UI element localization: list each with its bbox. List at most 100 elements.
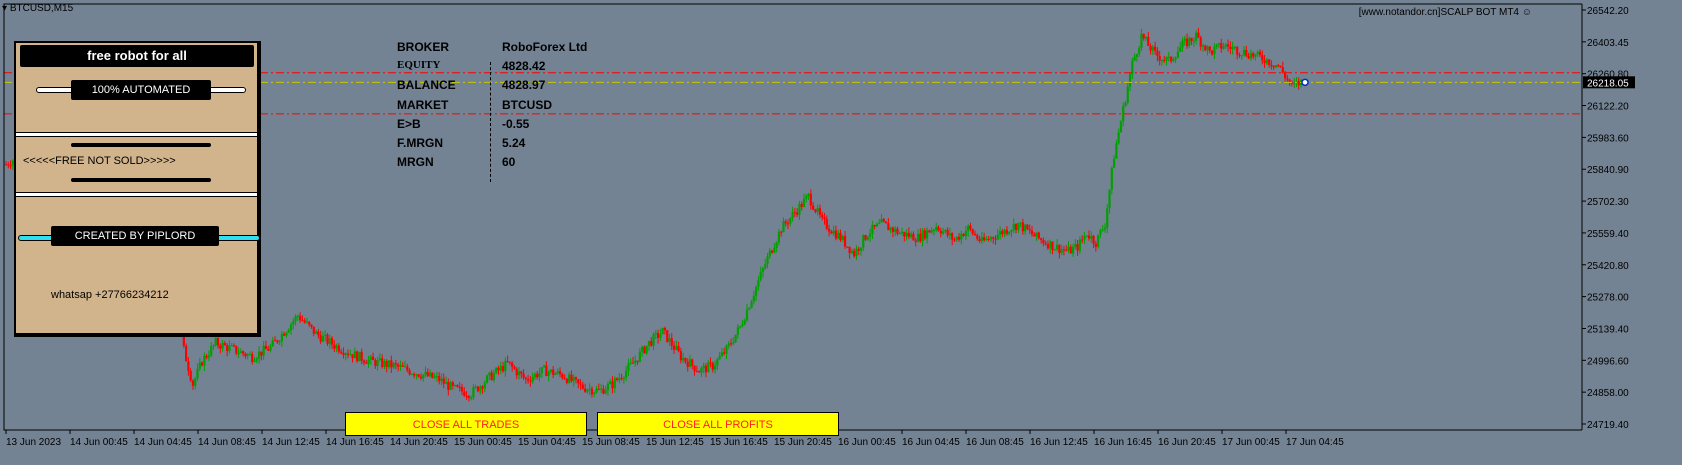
candle-body (935, 227, 938, 230)
candle-body (784, 221, 787, 224)
candle-body (501, 366, 505, 372)
candle-body (891, 227, 895, 232)
candle-body (319, 335, 322, 342)
candle-body (1185, 38, 1189, 47)
candle-body (825, 219, 828, 229)
candle-body (759, 272, 762, 281)
candle-body (435, 375, 439, 377)
candle-body (1119, 121, 1123, 133)
candle-body (349, 354, 352, 356)
time-label: 15 Jun 00:45 (454, 437, 512, 448)
candle-body (1117, 132, 1120, 144)
close-all-trades-button[interactable]: CLOSE ALL TRADES (345, 412, 587, 436)
candle-body (853, 250, 856, 257)
time-label: 14 Jun 16:45 (326, 437, 384, 448)
candle-body (855, 248, 858, 257)
candle-body (839, 232, 842, 241)
candle-body (1069, 246, 1072, 254)
candle-body (894, 228, 897, 232)
panel-divider-2 (16, 192, 257, 197)
candle-body (470, 397, 473, 399)
candle-body (362, 360, 366, 363)
candle-body (1074, 244, 1077, 248)
candle-body (1131, 60, 1134, 75)
candle-body (207, 355, 211, 358)
candle-body (805, 195, 808, 199)
candle-body (848, 246, 851, 254)
candle-body (527, 378, 530, 381)
candle-body (606, 384, 610, 391)
candle-body (285, 332, 288, 336)
candle-body (1208, 46, 1211, 51)
candle-body (1008, 231, 1011, 234)
candle-body (1149, 45, 1152, 51)
candle-body (780, 231, 783, 233)
candle-body (1256, 51, 1259, 55)
candle-body (641, 346, 644, 352)
candle-body (490, 372, 493, 381)
candle-body (289, 324, 293, 331)
time-label: 16 Jun 12:45 (1030, 437, 1088, 448)
candle-body (723, 352, 726, 354)
candle-body (796, 212, 799, 215)
candle-body (1220, 43, 1223, 49)
candle-body (276, 340, 279, 343)
symbol-label: ▾ BTCUSD,M15 (2, 3, 74, 14)
chevron-down-icon[interactable]: ▾ (2, 3, 7, 14)
candle-body (677, 346, 680, 352)
candle-body (260, 351, 263, 356)
candle-body (308, 321, 311, 325)
candle-body (228, 345, 231, 351)
candle-body (1010, 230, 1013, 232)
candle-body (499, 366, 502, 371)
candle-body (333, 344, 336, 349)
candle-body (748, 308, 751, 310)
candle-body (565, 378, 568, 383)
candle-body (1083, 236, 1086, 240)
candle-body (802, 198, 806, 208)
candle-body (371, 356, 375, 361)
candle-body (1236, 46, 1239, 55)
candle-body (419, 376, 423, 379)
candle-body (668, 338, 671, 342)
candle-body (1138, 47, 1141, 55)
candle-body (613, 378, 616, 389)
candle-body (791, 212, 794, 218)
candle-body (1058, 244, 1061, 253)
candle-body (684, 357, 687, 362)
candle-body (271, 340, 274, 347)
candle-body (314, 331, 318, 334)
automated-button[interactable]: 100% AUTOMATED (71, 80, 211, 100)
candle-body (556, 371, 559, 374)
candle-body (732, 342, 735, 344)
candle-body (983, 237, 986, 241)
created-by-button[interactable]: CREATED BY PIPLORD (51, 226, 219, 246)
close-all-profits-button[interactable]: CLOSE ALL PROFITS (597, 412, 839, 436)
candle-body (900, 231, 904, 234)
position-marker-icon[interactable] (1301, 78, 1309, 87)
candle-body (916, 233, 920, 242)
candle-body (542, 365, 546, 368)
candle-body (558, 371, 562, 375)
candle-body (1233, 46, 1237, 48)
candle-body (1101, 229, 1104, 231)
candle-body (832, 230, 835, 234)
candle-body (969, 225, 972, 230)
candle-body (896, 228, 899, 234)
candle-body (449, 382, 452, 390)
candle-body (873, 224, 876, 227)
candle-body (688, 359, 692, 367)
candle-body (882, 219, 885, 222)
candle-body (973, 233, 977, 236)
candle-body (590, 388, 594, 395)
candle-body (951, 233, 954, 240)
candle-body (955, 236, 958, 240)
account-info: BROKER RoboForex Ltd EQUITY 4828.42 BALANC… (397, 40, 617, 190)
candle-body (1115, 143, 1118, 159)
candle-body (741, 324, 744, 327)
candle-body (818, 208, 822, 215)
candle-body (1026, 224, 1029, 230)
candle-body (563, 377, 566, 379)
candle-body (198, 362, 201, 369)
candle-body (1263, 60, 1266, 64)
